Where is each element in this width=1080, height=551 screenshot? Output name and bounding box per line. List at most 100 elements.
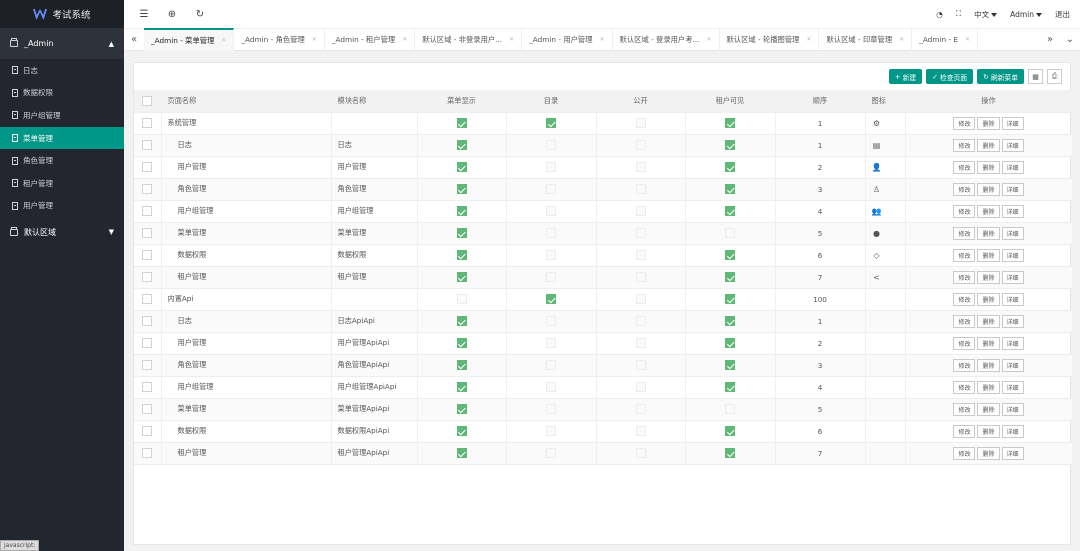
fullscreen-icon[interactable]: ⛶ (956, 9, 961, 19)
refresh-icon[interactable]: ↻ (192, 6, 208, 22)
row-select-checkbox[interactable] (142, 360, 153, 370)
details-button[interactable]: 详细 (1001, 292, 1024, 306)
directory-checkbox[interactable] (546, 404, 556, 414)
details-button[interactable]: 详细 (1001, 248, 1024, 262)
public-checkbox[interactable] (635, 250, 646, 260)
tenant-visible-checkbox[interactable] (725, 426, 735, 436)
public-checkbox[interactable] (635, 426, 646, 436)
edit-button[interactable]: 修改 (953, 204, 976, 218)
details-button[interactable]: 详细 (1001, 446, 1024, 460)
row-select-checkbox[interactable] (142, 382, 153, 392)
tab[interactable]: _Admin - 用户管理 ✕ (522, 28, 613, 51)
menu-show-checkbox[interactable] (456, 316, 467, 326)
public-checkbox[interactable] (635, 118, 646, 128)
sidebar-item[interactable]: 数据权限 (0, 82, 124, 105)
close-icon[interactable]: ✕ (312, 36, 317, 43)
tenant-visible-checkbox[interactable] (725, 404, 735, 414)
edit-button[interactable]: 修改 (953, 424, 976, 438)
col-header[interactable]: 租户可见 (685, 90, 776, 113)
sidebar-group-admin[interactable]: _Admin ▲ (0, 28, 124, 59)
edit-button[interactable]: 修改 (953, 292, 976, 306)
edit-button[interactable]: 修改 (953, 226, 976, 240)
menu-show-checkbox[interactable] (456, 272, 467, 282)
tenant-visible-checkbox[interactable] (725, 250, 735, 260)
globe-icon[interactable]: ⊕ (164, 6, 180, 22)
row-select-checkbox[interactable] (142, 118, 153, 128)
col-header[interactable]: 图标 (865, 90, 906, 113)
directory-checkbox[interactable] (546, 272, 556, 282)
sidebar-item[interactable]: 角色管理 (0, 149, 124, 172)
edit-button[interactable]: 修改 (953, 138, 976, 152)
public-checkbox[interactable] (635, 294, 646, 304)
row-select-checkbox[interactable] (142, 162, 153, 172)
close-icon[interactable]: ✕ (509, 36, 514, 43)
edit-button[interactable]: 修改 (953, 446, 976, 460)
public-checkbox[interactable] (635, 140, 646, 150)
delete-button[interactable]: 删除 (977, 270, 1000, 284)
details-button[interactable]: 详细 (1001, 226, 1024, 240)
logout-link[interactable]: 退出 (1055, 9, 1070, 20)
tab[interactable]: _Admin - 菜单管理 ✕ (144, 28, 235, 51)
tab[interactable]: _Admin - 角色管理 ✕ (234, 28, 325, 51)
delete-button[interactable]: 删除 (977, 248, 1000, 262)
tenant-visible-checkbox[interactable] (725, 206, 735, 216)
row-select-checkbox[interactable] (142, 184, 153, 194)
details-button[interactable]: 详细 (1001, 160, 1024, 174)
details-button[interactable]: 详细 (1001, 270, 1024, 284)
user-menu[interactable]: Admin (1010, 10, 1042, 19)
tenant-visible-checkbox[interactable] (725, 338, 735, 348)
refresh-menu-button[interactable]: ↻ 刷新菜单 (977, 69, 1024, 84)
edit-button[interactable]: 修改 (953, 402, 976, 416)
tab[interactable]: _Admin - E ✕ (912, 28, 978, 51)
row-select-checkbox[interactable] (142, 404, 153, 414)
menu-show-checkbox[interactable] (456, 162, 467, 172)
edit-button[interactable]: 修改 (953, 182, 976, 196)
edit-button[interactable]: 修改 (953, 160, 976, 174)
tab[interactable]: 默认区域 - 印章管理 ✕ (819, 28, 913, 51)
delete-button[interactable]: 删除 (977, 446, 1000, 460)
menu-show-checkbox[interactable] (456, 382, 467, 392)
tab[interactable]: 默认区域 - 登录用户考... ✕ (613, 28, 720, 51)
directory-checkbox[interactable] (546, 250, 556, 260)
public-checkbox[interactable] (635, 162, 646, 172)
row-select-checkbox[interactable] (142, 250, 153, 260)
menu-show-checkbox[interactable] (456, 140, 467, 150)
edit-button[interactable]: 修改 (953, 380, 976, 394)
public-checkbox[interactable] (635, 338, 646, 348)
delete-button[interactable]: 删除 (977, 336, 1000, 350)
details-button[interactable]: 详细 (1001, 424, 1024, 438)
sidebar-item[interactable]: 菜单管理 (0, 126, 124, 150)
tab[interactable]: 默认区域 - 轮播图管理 ✕ (720, 28, 820, 51)
row-select-checkbox[interactable] (142, 228, 153, 238)
delete-button[interactable]: 删除 (977, 116, 1000, 130)
tenant-visible-checkbox[interactable] (725, 162, 735, 172)
directory-checkbox[interactable] (546, 206, 556, 216)
delete-button[interactable]: 删除 (977, 204, 1000, 218)
close-icon[interactable]: ✕ (600, 36, 605, 43)
details-button[interactable]: 详细 (1001, 138, 1024, 152)
menu-show-checkbox[interactable] (456, 404, 467, 414)
details-button[interactable]: 详细 (1001, 182, 1024, 196)
delete-button[interactable]: 删除 (977, 292, 1000, 306)
menu-show-checkbox[interactable] (456, 228, 467, 238)
directory-checkbox[interactable] (546, 162, 556, 172)
tenant-visible-checkbox[interactable] (725, 228, 735, 238)
details-button[interactable]: 详细 (1001, 204, 1024, 218)
edit-button[interactable]: 修改 (953, 116, 976, 130)
directory-checkbox[interactable] (546, 448, 556, 458)
sidebar-item[interactable]: 日志 (0, 59, 124, 82)
tenant-visible-checkbox[interactable] (725, 140, 735, 150)
public-checkbox[interactable] (635, 360, 646, 370)
close-icon[interactable]: ✕ (899, 36, 904, 43)
delete-button[interactable]: 删除 (977, 160, 1000, 174)
delete-button[interactable]: 删除 (977, 358, 1000, 372)
details-button[interactable]: 详细 (1001, 314, 1024, 328)
menu-show-checkbox[interactable] (456, 250, 467, 260)
edit-button[interactable]: 修改 (953, 358, 976, 372)
col-header[interactable]: 公开 (596, 90, 686, 113)
public-checkbox[interactable] (635, 382, 646, 392)
tenant-visible-checkbox[interactable] (725, 184, 735, 194)
row-select-checkbox[interactable] (142, 272, 153, 282)
tabs-scroll-left-icon[interactable]: « (124, 28, 144, 51)
public-checkbox[interactable] (635, 272, 646, 282)
